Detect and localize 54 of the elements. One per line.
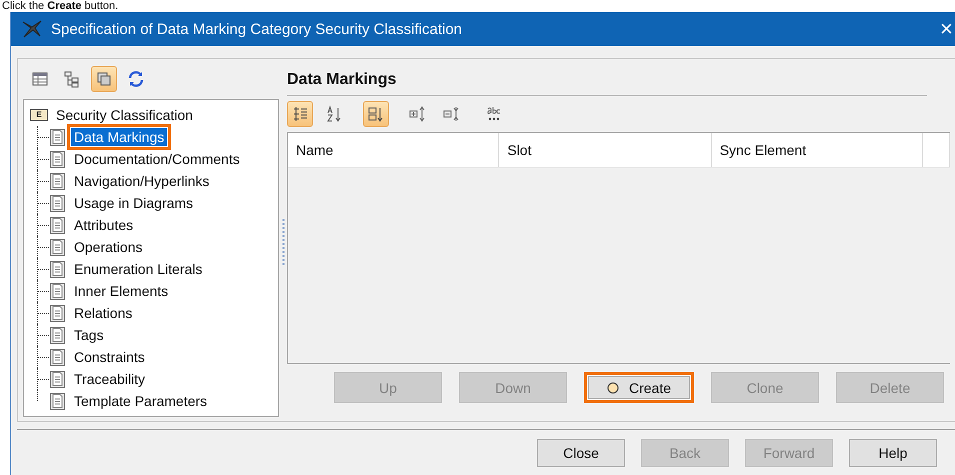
element-badge: E	[30, 109, 48, 121]
tree-item[interactable]: Inner Elements	[71, 282, 172, 300]
splitter-handle-icon[interactable]	[282, 219, 284, 265]
document-icon	[50, 392, 65, 410]
instruction-text: Click the Create button.	[1, 0, 120, 12]
document-icon	[50, 238, 65, 256]
document-icon	[50, 128, 65, 146]
dialog-button[interactable]: Close	[537, 439, 625, 467]
document-icon	[50, 348, 65, 366]
tree-item[interactable]: Data Markings	[71, 128, 168, 146]
dialog-button[interactable]: Help	[849, 439, 937, 467]
tree-item[interactable]: Enumeration Literals	[71, 260, 206, 278]
tree-item[interactable]: Template Parameters	[71, 392, 210, 410]
tree-item[interactable]: Attributes	[71, 216, 136, 234]
tree-item[interactable]: Traceability	[71, 370, 148, 388]
document-icon	[50, 216, 65, 234]
toolbar-button[interactable]	[91, 66, 117, 92]
column-header[interactable]: Slot	[499, 133, 712, 167]
close-button[interactable]: ×	[940, 18, 954, 40]
tree-item[interactable]: Navigation/Hyperlinks	[71, 172, 212, 190]
panel-title: Data Markings	[287, 69, 927, 96]
abc-ellipsis-icon	[485, 105, 503, 123]
toolbar-button[interactable]	[363, 101, 389, 127]
tree-item[interactable]: Usage in Diagrams	[71, 194, 196, 212]
collapse-icon	[443, 105, 461, 123]
expand-icon	[409, 105, 427, 123]
tree-item[interactable]: Documentation/Comments	[71, 150, 243, 168]
action-button[interactable]: Create	[584, 372, 694, 403]
tree-item[interactable]: Relations	[71, 304, 136, 322]
circle-icon	[606, 382, 619, 394]
document-icon	[50, 194, 65, 212]
document-icon	[50, 326, 65, 344]
document-icon	[50, 304, 65, 322]
document-icon	[50, 260, 65, 278]
sort-down-icon	[367, 105, 385, 123]
tree-item[interactable]: Security Classification	[56, 107, 193, 123]
refresh-icon	[127, 70, 145, 88]
document-icon	[50, 172, 65, 190]
copies-icon	[95, 70, 113, 88]
sort-alphabetical-icon	[325, 105, 343, 123]
document-icon	[50, 282, 65, 300]
document-icon	[50, 370, 65, 388]
grouped-list-icon	[291, 105, 309, 123]
tree-icon	[63, 70, 81, 88]
tree-item[interactable]: Tags	[71, 326, 107, 344]
tree-item[interactable]: Operations	[71, 238, 146, 256]
window-title: Specification of Data Marking Category Security Classification	[51, 20, 464, 38]
app-logo-icon	[21, 19, 43, 39]
table-icon	[31, 70, 49, 88]
column-header[interactable]: Sync Element	[712, 133, 924, 167]
column-header[interactable]: Name	[288, 133, 500, 167]
tree-item[interactable]: Constraints	[71, 348, 148, 366]
toolbar-button[interactable]	[287, 101, 313, 127]
document-icon	[50, 150, 65, 168]
